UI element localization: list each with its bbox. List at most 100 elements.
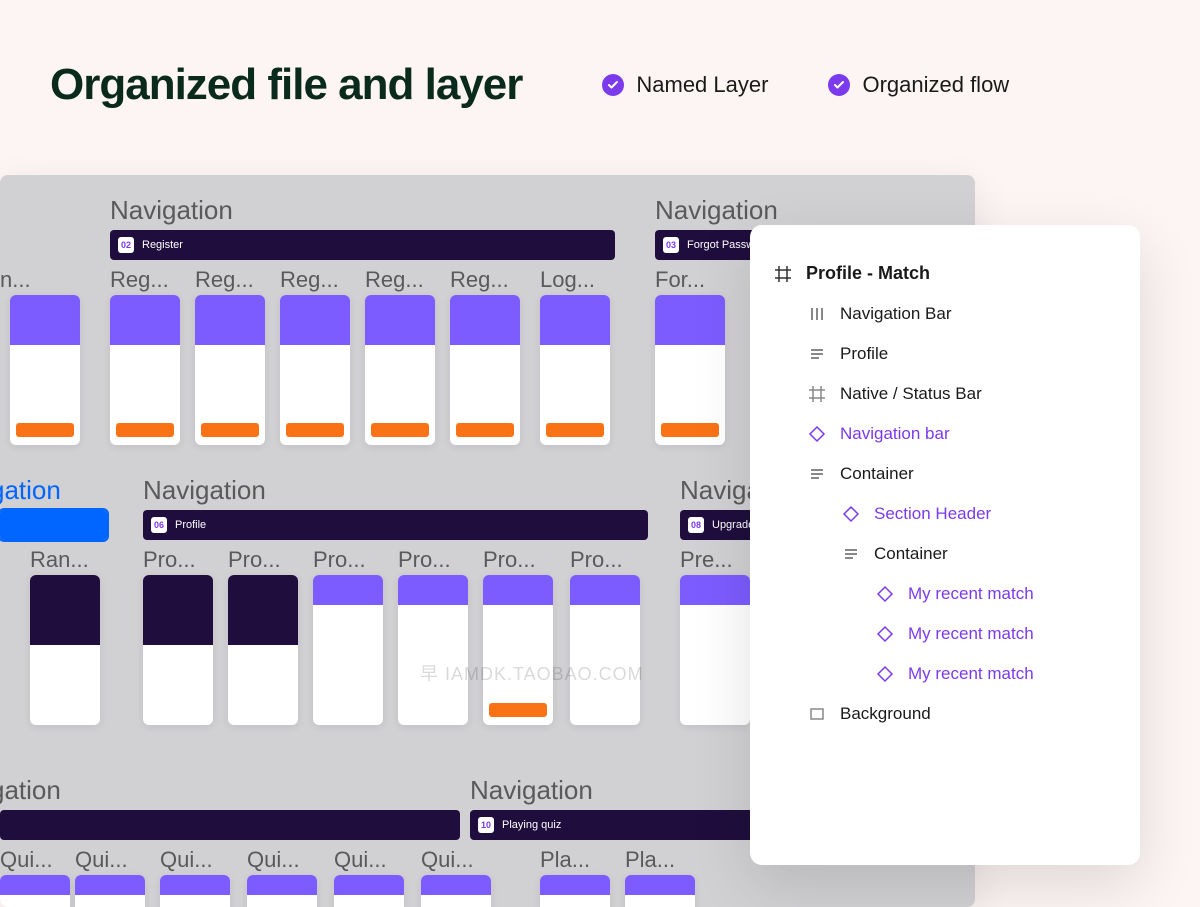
layer-row[interactable]: Section Header [750,494,1140,534]
frame-label[interactable]: Pro... [143,547,196,573]
check-icon [828,74,850,96]
frame-icon [808,385,826,403]
screen-thumbnail[interactable] [655,295,725,445]
frame-label[interactable]: Reg... [450,267,509,293]
screen-thumbnail[interactable] [143,575,213,725]
badge-organized-flow: Organized flow [828,72,1009,98]
flow-bar[interactable] [0,510,107,540]
frame-label[interactable]: Log... [540,267,595,293]
layer-row[interactable]: My recent match [750,574,1140,614]
flow-number: 10 [478,817,494,833]
layer-label: Container [840,464,914,484]
frame-label[interactable]: Qui... [334,847,387,873]
frame-label[interactable]: Reg... [365,267,424,293]
flow-label: Profile [175,519,206,531]
badge-label: Organized flow [862,72,1009,98]
layer-label: Profile [840,344,888,364]
frame-label[interactable]: Pro... [313,547,366,573]
screen-thumbnail[interactable] [680,575,750,725]
layer-row[interactable]: My recent match [750,614,1140,654]
layer-row[interactable]: Container [750,534,1140,574]
flow-bar[interactable] [0,810,460,840]
layer-label: Navigation bar [840,424,950,444]
screen-thumbnail[interactable] [160,875,230,907]
flow-label: Playing quiz [502,819,561,831]
flow-label: Forgot Passw [687,239,754,251]
screen-thumbnail[interactable] [280,295,350,445]
frame-label[interactable]: Pro... [483,547,536,573]
page-title: Organized file and layer [50,60,522,110]
frame-label[interactable]: Qui... [421,847,474,873]
screen-thumbnail[interactable] [483,575,553,725]
frame-label[interactable]: Pro... [570,547,623,573]
frame-label[interactable]: Qui... [0,847,53,873]
watermark: 早 IAMDK.TAOBAO.COM [420,660,644,686]
screen-thumbnail[interactable] [625,875,695,907]
frame-label[interactable]: Pro... [228,547,281,573]
layer-row[interactable]: Container [750,454,1140,494]
frame-label[interactable]: For... [655,267,705,293]
frame-label[interactable]: Reg... [110,267,169,293]
layer-label: My recent match [908,584,1034,604]
rect-icon [808,705,826,723]
layer-row[interactable]: Native / Status Bar [750,374,1140,414]
layer-row[interactable]: Background [750,694,1140,734]
frame-label[interactable]: Pla... [540,847,590,873]
check-icon [602,74,624,96]
layer-row[interactable]: Navigation bar [750,414,1140,454]
screen-thumbnail[interactable] [421,875,491,907]
layer-label: Container [874,544,948,564]
layer-label: Profile - Match [806,263,930,284]
frame-label[interactable]: Pro... [398,547,451,573]
frame-label[interactable]: Qui... [160,847,213,873]
frame-label[interactable]: Pre... [680,547,733,573]
screen-thumbnail[interactable] [313,575,383,725]
screen-thumbnail[interactable] [450,295,520,445]
screen-thumbnail[interactable] [0,875,70,907]
diamond-icon [808,425,826,443]
layer-row[interactable]: Profile [750,334,1140,374]
layer-label: My recent match [908,664,1034,684]
screen-thumbnail[interactable] [247,875,317,907]
diamond-icon [876,625,894,643]
screen-thumbnail[interactable] [10,295,80,445]
badge-label: Named Layer [636,72,768,98]
layer-root[interactable]: Profile - Match [750,253,1140,294]
frame-label[interactable]: Qui... [247,847,300,873]
screen-thumbnail[interactable] [365,295,435,445]
layer-label: My recent match [908,624,1034,644]
screen-thumbnail[interactable] [540,295,610,445]
screen-thumbnail[interactable] [110,295,180,445]
diamond-icon [876,585,894,603]
screen-thumbnail[interactable] [30,575,100,725]
section-label: Navigation [110,195,233,226]
layer-row[interactable]: Navigation Bar [750,294,1140,334]
diamond-icon [876,665,894,683]
screen-thumbnail[interactable] [540,875,610,907]
frame-label[interactable]: Reg... [195,267,254,293]
frame-label[interactable]: Qui... [75,847,128,873]
flow-number: 08 [688,517,704,533]
section-label: gation [0,775,61,806]
screen-thumbnail[interactable] [570,575,640,725]
screen-thumbnail[interactable] [195,295,265,445]
diamond-icon [842,505,860,523]
frame-label[interactable]: Ran... [30,547,89,573]
flow-bar[interactable]: 06 Profile [143,510,648,540]
frame-icon [774,265,792,283]
bars-h-icon [842,545,860,563]
section-label: Navigation [143,475,266,506]
screen-thumbnail[interactable] [75,875,145,907]
screen-thumbnail[interactable] [334,875,404,907]
flow-bar[interactable]: 02Register [110,230,615,260]
screen-thumbnail[interactable] [398,575,468,725]
frame-label[interactable]: Reg... [280,267,339,293]
screen-thumbnail[interactable] [228,575,298,725]
bars-h-icon [808,345,826,363]
layers-panel: Profile - Match Navigation Bar Profile Nat… [750,225,1140,865]
frame-label[interactable]: Pla... [625,847,675,873]
layer-row[interactable]: My recent match [750,654,1140,694]
flow-number: 06 [151,517,167,533]
layer-label: Background [840,704,931,724]
frame-label[interactable]: n... [0,267,31,293]
